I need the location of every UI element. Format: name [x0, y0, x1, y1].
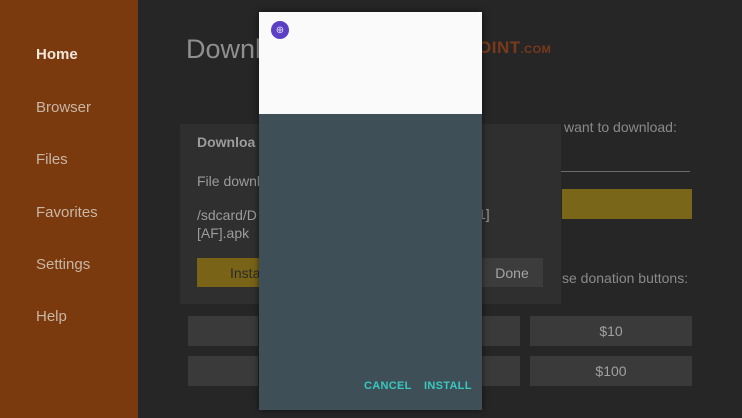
sidebar-item-favorites[interactable]: Favorites: [36, 204, 98, 221]
sidebar-item-files[interactable]: Files: [36, 151, 68, 168]
brand-logo: OINT.COM: [478, 38, 551, 58]
go-button[interactable]: [562, 189, 692, 219]
donate-button-mid-2[interactable]: [482, 356, 520, 386]
page-title: Downl: [186, 34, 262, 64]
url-hint: want to download:: [564, 119, 677, 135]
donate-button-small[interactable]: [188, 316, 258, 346]
donation-hint: se donation buttons:: [562, 270, 689, 286]
url-input[interactable]: [556, 171, 690, 172]
download-dialog-title: Downloa: [197, 134, 256, 150]
install-dialog-header: ⊕: [259, 12, 482, 114]
sidebar-item-browser[interactable]: Browser: [36, 99, 91, 116]
install-dialog: ⊕ CANCEL INSTALL: [259, 12, 482, 410]
download-done-button[interactable]: Done: [481, 258, 543, 287]
download-path: /sdcard/D [AF].apk: [197, 206, 257, 242]
brand-suffix: .COM: [520, 44, 552, 56]
sidebar-item-settings[interactable]: Settings: [36, 256, 90, 273]
download-path-line2: [AF].apk: [197, 225, 250, 241]
download-path-line1: /sdcard/D: [197, 207, 257, 223]
app-icon: ⊕: [271, 21, 289, 39]
donate-button-100[interactable]: $100: [530, 356, 692, 386]
donate-button-small-2[interactable]: [188, 356, 258, 386]
install-button[interactable]: INSTALL: [424, 380, 472, 392]
brand-text: OINT: [478, 38, 521, 57]
donate-button-mid[interactable]: [482, 316, 520, 346]
sidebar: Home Browser Files Favorites Settings He…: [0, 0, 138, 418]
sidebar-item-home[interactable]: Home: [36, 46, 78, 63]
donate-button-10[interactable]: $10: [530, 316, 692, 346]
sidebar-item-help[interactable]: Help: [36, 308, 67, 325]
cancel-button[interactable]: CANCEL: [364, 380, 412, 392]
download-status: File downl: [197, 173, 261, 189]
